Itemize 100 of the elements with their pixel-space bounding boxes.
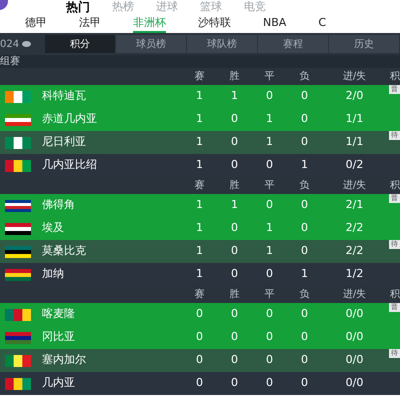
goals-cell-text: 0/0 xyxy=(346,306,364,322)
league-tab[interactable]: C xyxy=(318,13,326,33)
won-cell-text: 0 xyxy=(231,157,238,174)
stage-title: 组赛 xyxy=(0,56,20,66)
column-header: 赛 xyxy=(194,288,204,302)
column-header: 积 xyxy=(389,70,400,84)
played-cell-text: 1 xyxy=(196,197,203,214)
goals-cell-text: 0/0 xyxy=(346,375,364,392)
flag-icon xyxy=(5,268,31,280)
column-header: 赛 xyxy=(194,178,204,193)
column-header: 负 xyxy=(300,288,310,302)
drawn-cell-text: 1 xyxy=(266,220,273,236)
league-tab[interactable]: 沙特联 xyxy=(198,13,231,33)
standings-row[interactable]: 埃及 1 0 1 0 2/2 xyxy=(0,217,400,240)
won-cell-text: 0 xyxy=(231,375,238,392)
won-cell-text: 0 xyxy=(231,266,238,282)
played-cell-text: 1 xyxy=(196,111,203,128)
flag-icon xyxy=(5,114,31,126)
drawn-cell-text: 0 xyxy=(266,197,273,214)
team-name: 冈比亚 xyxy=(42,329,76,346)
column-header: 负 xyxy=(300,70,310,84)
top-nav-tab[interactable]: 热门 xyxy=(66,0,90,12)
lost-cell-text: 0 xyxy=(301,134,308,150)
goals-cell-text: 2/2 xyxy=(346,243,364,260)
goals-cell-text: 2/0 xyxy=(346,88,364,104)
team-name: 尼日利亚 xyxy=(42,134,87,150)
played-cell-text: 1 xyxy=(196,134,203,150)
column-header: 平 xyxy=(264,70,274,84)
drawn-cell-text: 1 xyxy=(266,134,273,150)
view-tab[interactable]: 积分 xyxy=(45,35,116,53)
won-cell-text: 1 xyxy=(231,88,238,104)
column-header: 赛 xyxy=(194,70,204,84)
played-cell-text: 0 xyxy=(196,375,203,392)
team-name: 科特迪瓦 xyxy=(42,88,87,104)
drawn-cell-text: 0 xyxy=(266,375,273,392)
view-tab[interactable]: 球队榜 xyxy=(187,35,258,53)
column-header: 积 xyxy=(389,179,400,193)
drawn-cell-text: 0 xyxy=(266,88,273,104)
goals-cell-text: 2/1 xyxy=(346,197,364,214)
team-name: 加纳 xyxy=(42,266,65,282)
standings-row[interactable]: 赤道几内亚 1 0 1 0 1/1 xyxy=(0,108,400,131)
won-cell-text: 0 xyxy=(231,306,238,322)
column-header: 进/失 xyxy=(342,70,366,84)
drawn-cell-text: 1 xyxy=(266,243,273,260)
flag-icon xyxy=(5,246,31,258)
column-header: 进/失 xyxy=(342,288,366,302)
drawn-cell-text: 0 xyxy=(266,266,273,282)
lost-cell-text: 1 xyxy=(301,266,308,282)
won-cell-text: 0 xyxy=(231,134,238,150)
flag-icon xyxy=(5,200,31,212)
goals-cell-text: 0/0 xyxy=(346,352,364,368)
played-cell-text: 1 xyxy=(196,88,203,104)
lost-cell-text: 0 xyxy=(301,329,308,346)
goals-cell-text: 0/2 xyxy=(346,157,364,174)
flag-icon xyxy=(5,136,31,148)
league-tab[interactable]: NBA xyxy=(263,13,286,33)
column-header: 平 xyxy=(264,288,274,302)
team-name: 几内亚 xyxy=(42,375,76,392)
flag-icon xyxy=(5,222,31,234)
team-name: 赤道几内亚 xyxy=(42,111,98,128)
played-cell-text: 1 xyxy=(196,157,203,174)
drawn-cell-text: 0 xyxy=(266,157,273,174)
caret-icon xyxy=(22,41,32,47)
column-header: 负 xyxy=(300,179,310,193)
flag-icon xyxy=(5,160,31,172)
team-name: 埃及 xyxy=(42,220,65,236)
flag-icon xyxy=(5,308,31,320)
column-header: 积 xyxy=(389,288,400,302)
league-tab[interactable]: 德甲 xyxy=(25,13,47,33)
drawn-cell-text: 1 xyxy=(266,111,273,128)
played-cell-text: 0 xyxy=(196,329,203,346)
league-tab[interactable]: 法甲 xyxy=(79,13,101,33)
played-cell-text: 1 xyxy=(196,266,203,282)
lost-cell-text: 1 xyxy=(301,157,308,174)
standings-row[interactable]: 冈比亚 0 0 0 0 0/0 xyxy=(0,326,400,349)
view-tab[interactable]: 球员榜 xyxy=(116,35,187,53)
played-cell-text: 1 xyxy=(196,220,203,236)
lost-cell-text: 0 xyxy=(301,220,308,236)
team-name: 塞内加尔 xyxy=(42,352,87,368)
view-tab[interactable]: 赛程 xyxy=(258,35,329,53)
flag-icon xyxy=(5,378,31,390)
team-name: 喀麦隆 xyxy=(42,306,76,322)
lost-cell-text: 0 xyxy=(301,375,308,392)
column-header: 胜 xyxy=(230,288,240,302)
won-cell-text: 0 xyxy=(231,329,238,346)
goals-cell-text: 1/1 xyxy=(346,134,364,150)
team-name: 佛得角 xyxy=(42,197,76,214)
drawn-cell-text: 0 xyxy=(266,329,273,346)
flag-icon xyxy=(5,90,31,102)
lost-cell-text: 0 xyxy=(301,88,308,104)
goals-cell-text: 1/1 xyxy=(346,111,364,128)
view-tab[interactable]: 历史 xyxy=(329,35,400,53)
team-name: 几内亚比绍 xyxy=(42,157,98,174)
won-cell-text: 0 xyxy=(231,243,238,260)
lost-cell-text: 0 xyxy=(301,111,308,128)
played-cell-text: 1 xyxy=(196,243,203,260)
played-cell-text: 0 xyxy=(196,306,203,322)
season-selector[interactable]: 024 xyxy=(0,36,45,52)
lost-cell-text: 0 xyxy=(301,352,308,368)
flag-icon xyxy=(5,332,31,344)
